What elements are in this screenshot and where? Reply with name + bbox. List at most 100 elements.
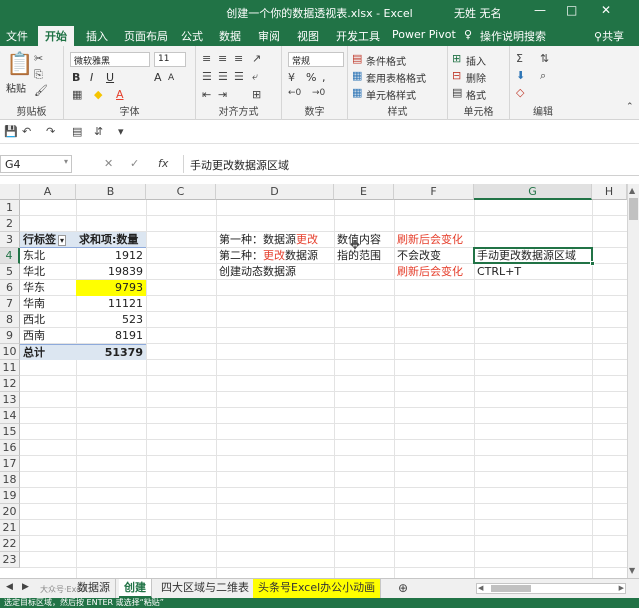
cell-e3[interactable]: 数值内容: [334, 232, 394, 248]
find-select-icon[interactable]: ⌕: [540, 69, 546, 83]
pivot-row-label[interactable]: 华南: [20, 296, 76, 312]
format-cells-button[interactable]: 格式: [466, 87, 486, 102]
filter-dropdown-icon[interactable]: ▾: [58, 235, 67, 246]
row-header[interactable]: 17: [0, 456, 20, 472]
prev-sheet-icon[interactable]: ◀: [6, 582, 13, 592]
worksheet[interactable]: A B C D E F G H 1 2 3 4 5 6 7 8 9 10 11 12 13 14 15 16 1…: [0, 184, 639, 578]
sheet-tab-four-areas[interactable]: 四大区域与二维表: [156, 579, 255, 598]
row-header[interactable]: 19: [0, 488, 20, 504]
row-header[interactable]: 6: [0, 280, 20, 296]
row-header[interactable]: 21: [0, 520, 20, 536]
row-header[interactable]: 23: [0, 552, 20, 568]
sort-icon[interactable]: ⇵: [94, 125, 103, 138]
font-name-select[interactable]: 微软雅黑: [70, 52, 150, 67]
percent-button[interactable]: %: [306, 71, 316, 84]
pivot-total-label[interactable]: 总计: [20, 344, 76, 360]
pivot-total-value[interactable]: 51379: [76, 344, 146, 360]
pivot-row-label[interactable]: 西南: [20, 328, 76, 344]
decrease-decimal-icon[interactable]: →0: [312, 88, 325, 98]
cell-d3[interactable]: 第一种：数据源更改: [216, 232, 334, 248]
pivot-row-label[interactable]: 华北: [20, 264, 76, 280]
sort-filter-icon[interactable]: ⇅: [540, 52, 549, 65]
tab-formulas[interactable]: 公式: [181, 28, 203, 44]
increase-decimal-icon[interactable]: ←0: [288, 88, 301, 98]
hscroll-thumb[interactable]: [491, 585, 531, 592]
share-button[interactable]: ⚲共享: [594, 28, 624, 44]
pivot-row-value[interactable]: 11121: [76, 296, 146, 312]
align-left-icon[interactable]: ☰: [202, 70, 212, 83]
tab-review[interactable]: 审阅: [258, 28, 280, 44]
cell-g5[interactable]: CTRL+T: [474, 264, 592, 280]
row-header[interactable]: 8: [0, 312, 20, 328]
scroll-up-icon[interactable]: ▲: [629, 186, 635, 195]
column-header-d[interactable]: D: [216, 184, 334, 200]
row-header[interactable]: 1: [0, 200, 20, 216]
cut-icon[interactable]: ✂: [34, 52, 43, 65]
pivot-row-label[interactable]: 西北: [20, 312, 76, 328]
row-header[interactable]: 14: [0, 408, 20, 424]
cancel-icon[interactable]: ✕: [104, 157, 113, 170]
wrap-text-icon[interactable]: ⤶: [252, 70, 258, 84]
column-header-c[interactable]: C: [146, 184, 216, 200]
undo-icon[interactable]: ↶: [22, 125, 31, 138]
pivot-row-value[interactable]: 1912: [76, 248, 146, 264]
row-header[interactable]: 9: [0, 328, 20, 344]
name-box[interactable]: G4: [0, 155, 72, 173]
tab-developer[interactable]: 开发工具: [336, 28, 380, 44]
tell-me-search[interactable]: 操作说明搜索: [480, 28, 546, 44]
tab-view[interactable]: 视图: [297, 28, 319, 44]
scroll-left-icon[interactable]: ◀: [478, 584, 483, 592]
column-header-h[interactable]: H: [592, 184, 627, 200]
increase-indent-icon[interactable]: ⇥: [218, 88, 227, 101]
format-as-table-button[interactable]: 套用表格格式: [366, 70, 426, 85]
insert-function-button[interactable]: fx: [158, 157, 168, 170]
cell-f3[interactable]: 刷新后会变化: [394, 232, 474, 248]
orientation-icon[interactable]: ↗: [252, 52, 261, 65]
fill-color-icon[interactable]: ◆: [94, 88, 102, 101]
pivot-row-label[interactable]: 华东: [20, 280, 76, 296]
name-box-dropdown-icon[interactable]: ▾: [64, 157, 68, 166]
fill-icon[interactable]: ⬇: [516, 69, 525, 82]
column-header-e[interactable]: E: [334, 184, 394, 200]
cell-d5[interactable]: 创建动态数据源: [216, 264, 334, 280]
row-header[interactable]: 11: [0, 360, 20, 376]
paste-button[interactable]: 粘贴: [6, 80, 26, 95]
user-name[interactable]: 无姓 无名: [454, 5, 502, 21]
insert-cells-button[interactable]: 插入: [466, 53, 486, 68]
save-icon[interactable]: 💾: [4, 125, 18, 138]
customize-qat-icon[interactable]: ▾: [118, 125, 124, 138]
tab-file[interactable]: 文件: [6, 28, 28, 44]
shrink-font-button[interactable]: A: [168, 73, 174, 83]
row-header[interactable]: 15: [0, 424, 20, 440]
cell-e4[interactable]: 指的范围: [334, 248, 394, 264]
tab-page-layout[interactable]: 页面布局: [124, 28, 168, 44]
minimize-icon[interactable]: —: [534, 3, 546, 17]
tab-insert[interactable]: 插入: [86, 28, 108, 44]
cell-f5[interactable]: 刷新后会变化: [394, 264, 474, 280]
restore-icon[interactable]: □: [566, 3, 577, 17]
redo-icon[interactable]: ↷: [46, 125, 55, 138]
font-color-button[interactable]: A: [116, 88, 124, 101]
scroll-right-icon[interactable]: ▶: [619, 584, 624, 592]
underline-button[interactable]: U: [106, 71, 114, 84]
conditional-format-button[interactable]: 条件格式: [366, 53, 406, 68]
formula-input[interactable]: 手动更改数据源区域: [183, 155, 639, 173]
collapse-ribbon-icon[interactable]: ⌃: [626, 102, 634, 112]
autosum-icon[interactable]: Σ: [516, 52, 523, 65]
decrease-indent-icon[interactable]: ⇤: [202, 88, 211, 101]
cell-styles-button[interactable]: 单元格样式: [366, 87, 416, 102]
copy-icon[interactable]: ⎘: [34, 68, 43, 82]
pivot-row-value[interactable]: 8191: [76, 328, 146, 344]
next-sheet-icon[interactable]: ▶: [22, 582, 29, 592]
row-header[interactable]: 3: [0, 232, 20, 248]
currency-icon[interactable]: ¥: [288, 71, 295, 84]
row-header[interactable]: 5: [0, 264, 20, 280]
enter-icon[interactable]: ✓: [130, 157, 139, 170]
row-header[interactable]: 22: [0, 536, 20, 552]
close-icon[interactable]: ✕: [601, 3, 611, 17]
tab-home[interactable]: 开始: [38, 26, 74, 46]
align-right-icon[interactable]: ☰: [234, 70, 244, 83]
column-header-b[interactable]: B: [76, 184, 146, 200]
row-header[interactable]: 20: [0, 504, 20, 520]
fill-handle[interactable]: [590, 261, 595, 266]
